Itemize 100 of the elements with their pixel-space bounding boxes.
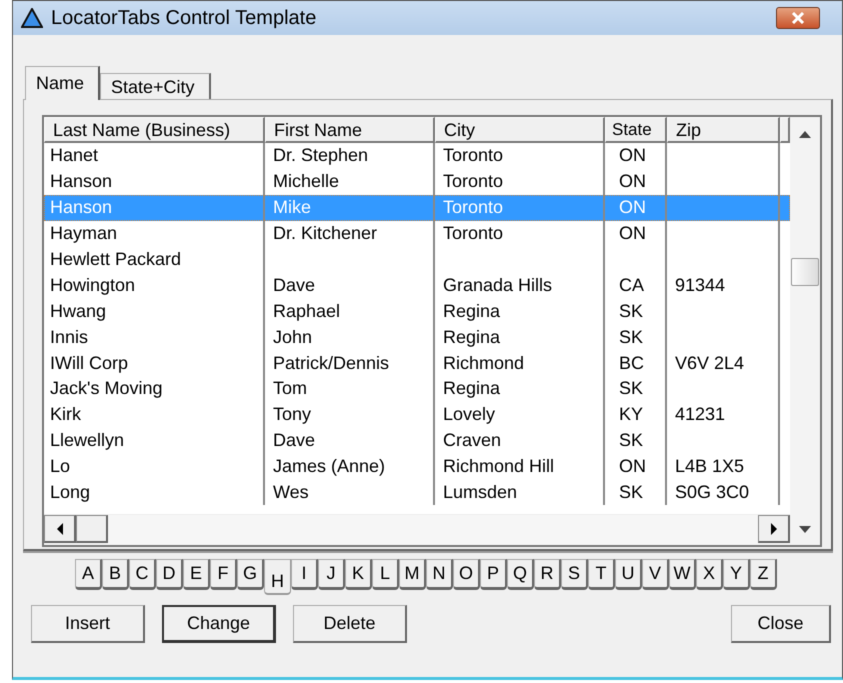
dialog-button[interactable]: Delete — [293, 605, 407, 643]
letter-tab[interactable]: B — [102, 559, 129, 590]
letter-tab[interactable]: L — [372, 559, 399, 590]
letter-tab[interactable]: V — [642, 559, 669, 590]
table-row[interactable]: Hayman Dr. Kitchener Toronto ON — [44, 220, 790, 247]
table-cell: BC — [605, 350, 667, 376]
letter-tab[interactable]: H — [264, 559, 291, 595]
letter-tab[interactable]: Q — [507, 559, 534, 590]
table-cell: SK — [605, 428, 667, 454]
letter-tab[interactable]: G — [237, 559, 264, 590]
table-cell: ON — [605, 143, 667, 169]
table-cell: Raphael — [265, 298, 435, 324]
table-row[interactable]: Lo James (Anne) Richmond Hill ON L4B 1X5 — [44, 454, 790, 480]
tab[interactable]: Name — [25, 66, 100, 100]
triangle-icon — [21, 8, 43, 28]
table-row[interactable]: IWill Corp Patrick/Dennis Richmond BC V6V 2L4 — [44, 350, 790, 376]
table-cell: Howington — [44, 272, 265, 298]
left-triangle-icon[interactable] — [56, 522, 64, 534]
scroll-right-button[interactable] — [758, 515, 790, 543]
letter-tab[interactable]: Y — [723, 559, 750, 590]
column-header[interactable]: Last Name (Business) — [44, 117, 265, 143]
table-cell: Granada Hills — [435, 272, 605, 298]
letter-tab[interactable]: A — [75, 559, 102, 590]
dialog-button[interactable]: Close — [731, 605, 831, 643]
table-row[interactable]: Llewellyn Dave Craven SK — [44, 428, 790, 454]
table-cell: SK — [605, 298, 667, 324]
table-cell: Dave — [265, 428, 435, 454]
letter-tab[interactable]: K — [345, 559, 372, 590]
table-cell: IWill Corp — [44, 350, 265, 376]
table-cell: SK — [605, 376, 667, 402]
table-cell: L4B 1X5 — [667, 454, 780, 480]
table-cell: Toronto — [435, 143, 605, 169]
letter-tab[interactable]: U — [615, 559, 642, 590]
letter-tab[interactable]: X — [696, 559, 723, 590]
letter-tab[interactable]: D — [156, 559, 183, 590]
table-row[interactable]: Hwang Raphael Regina SK — [44, 298, 790, 324]
letter-tab[interactable]: S — [561, 559, 588, 590]
table-cell: James (Anne) — [265, 454, 435, 480]
table-cell: Long — [44, 480, 265, 506]
table-cell: ON — [605, 220, 667, 247]
table-cell: Lumsden — [435, 480, 605, 506]
tab[interactable]: State+City — [100, 73, 211, 99]
table-cell: Regina — [435, 298, 605, 324]
letter-tab[interactable]: N — [426, 559, 453, 590]
column-header[interactable]: City — [435, 117, 605, 143]
letter-tab[interactable]: I — [291, 559, 318, 590]
table-cell: Jack's Moving — [44, 376, 265, 402]
vertical-scrollbar[interactable] — [790, 117, 820, 545]
table-row[interactable]: Hanet Dr. Stephen Toronto ON — [44, 143, 790, 169]
table-row[interactable]: Hewlett Packard — [44, 246, 790, 272]
letter-tab[interactable]: J — [318, 559, 345, 590]
table-cell: ON — [605, 194, 667, 221]
letter-tab[interactable]: R — [534, 559, 561, 590]
dialog-button[interactable]: Change — [162, 605, 276, 643]
letter-tab[interactable]: W — [669, 559, 696, 590]
letter-tab[interactable]: P — [480, 559, 507, 590]
table-cell: Hewlett Packard — [44, 246, 265, 272]
column-header[interactable]: First Name — [265, 117, 435, 143]
table-cell: Toronto — [435, 220, 605, 247]
letter-tab[interactable]: F — [210, 559, 237, 590]
letter-tab[interactable]: Z — [750, 559, 777, 590]
table-cell: SK — [605, 480, 667, 506]
scroll-up-icon[interactable] — [799, 131, 811, 138]
scroll-thumb[interactable] — [791, 258, 819, 286]
table-cell: Tony — [265, 402, 435, 428]
table-cell: Richmond — [435, 350, 605, 376]
close-button[interactable] — [776, 7, 820, 29]
scroll-down-icon[interactable] — [799, 526, 811, 533]
table-row[interactable]: Innis John Regina SK — [44, 324, 790, 350]
table-cell: CA — [605, 272, 667, 298]
table-cell: Dr. Stephen — [265, 143, 435, 169]
table-cell: Dave — [265, 272, 435, 298]
table-row[interactable]: Howington Dave Granada Hills CA 91344 — [44, 272, 790, 298]
table-row[interactable]: Kirk Tony Lovely KY 41231 — [44, 402, 790, 428]
table-cell: 91344 — [667, 272, 780, 298]
table-cell: SK — [605, 324, 667, 350]
table-cell: Lovely — [435, 402, 605, 428]
table-cell: Dr. Kitchener — [265, 220, 435, 247]
table-row[interactable]: Jack's Moving Tom Regina SK — [44, 376, 790, 402]
right-triangle-icon[interactable] — [770, 522, 778, 534]
letter-tab[interactable]: T — [588, 559, 615, 590]
letter-tab[interactable]: O — [453, 559, 480, 590]
letter-tab[interactable]: C — [129, 559, 156, 590]
table-cell: V6V 2L4 — [667, 350, 780, 376]
table-cell: John — [265, 324, 435, 350]
scroll-thumb[interactable] — [76, 515, 108, 543]
table-cell: Toronto — [435, 194, 605, 221]
dialog-button[interactable]: Insert — [31, 605, 145, 643]
letter-tab[interactable]: M — [399, 559, 426, 590]
table-cell: KY — [605, 402, 667, 428]
table-cell: Llewellyn — [44, 428, 265, 454]
letter-tab[interactable]: E — [183, 559, 210, 590]
table-row[interactable]: Long Wes Lumsden SK S0G 3C0 — [44, 480, 790, 506]
column-header[interactable]: Zip — [667, 117, 780, 143]
horizontal-scrollbar[interactable] — [44, 514, 790, 545]
table-cell: Kirk — [44, 402, 265, 428]
column-header[interactable]: State — [605, 117, 667, 143]
close-icon[interactable] — [791, 12, 805, 24]
scroll-left-button[interactable] — [44, 515, 76, 543]
table-cell: S0G 3C0 — [667, 480, 780, 506]
